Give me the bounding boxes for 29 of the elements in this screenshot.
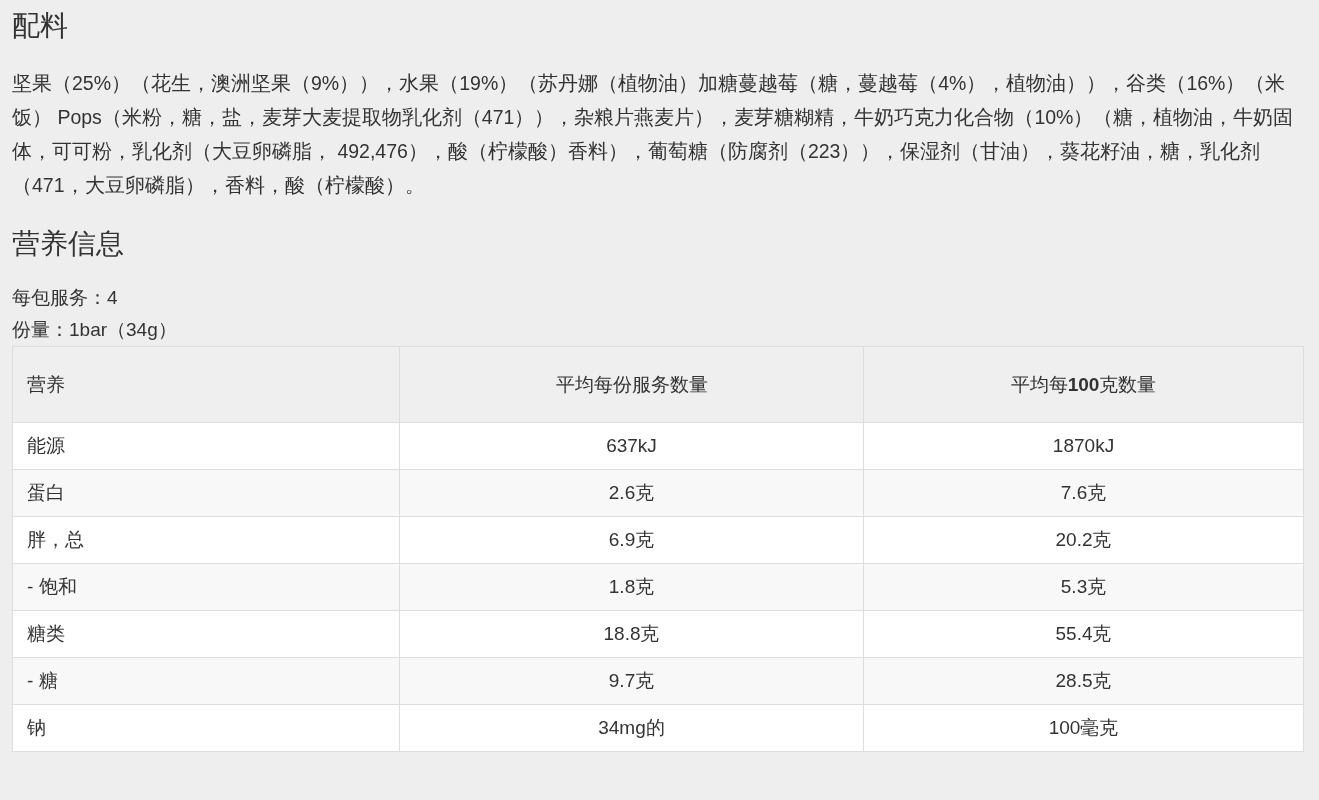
table-cell: 34mg的: [399, 704, 864, 752]
table-cell: 6.9克: [399, 516, 864, 564]
table-cell: 5.3克: [863, 563, 1304, 611]
table-cell: 能源: [12, 422, 400, 470]
ingredients-text: 坚果（25%）（花生，澳洲坚果（9%）），水果（19%）（苏丹娜（植物油）加糖蔓越莓（糖，蔓越莓（4%），植物油）），谷类（16%）（米饭） Pops（米粉，糖，盐，麦芽大麦提取物乳化剂（471）），杂粮片燕麦片），麦芽糖糊精，牛奶巧克力化合物（10%）（糖，植物油，牛奶固体，可可粉，乳化剂（大豆卵磷脂， 492,476），酸（柠檬酸）香料），葡萄糖（防腐剂（223）），保湿剂（甘油），葵花籽油，糖，乳化剂（471，大豆卵磷脂），香料，酸（柠檬酸）。: [12, 71, 1295, 198]
table-cell: 钠: [12, 704, 400, 752]
serving-size-text: 份量：1bar（34g）: [12, 318, 178, 342]
table-cell: 18.8克: [399, 610, 864, 658]
table-cell: 糖类: [12, 610, 400, 658]
table-cell: 100毫克: [863, 704, 1304, 752]
table-cell: - 糖: [12, 657, 400, 705]
table-cell: 9.7克: [399, 657, 864, 705]
table-cell: 1.8克: [399, 563, 864, 611]
table-cell: 胖，总: [12, 516, 400, 564]
table-cell: 55.4克: [863, 610, 1304, 658]
section-heading: 配料: [12, 9, 69, 43]
column-header: 平均每份服务数量: [399, 346, 864, 423]
table-cell: 637kJ: [399, 422, 864, 470]
table-cell: 蛋白: [12, 469, 400, 517]
table-cell: 20.2克: [863, 516, 1304, 564]
table-cell: 7.6克: [863, 469, 1304, 517]
column-header: 平均每100克数量: [863, 346, 1304, 423]
column-header: 营养: [12, 346, 400, 423]
table-cell: 1870kJ: [863, 422, 1304, 470]
table-cell: - 饱和: [12, 563, 400, 611]
table-cell: 28.5克: [863, 657, 1304, 705]
table-cell: 2.6克: [399, 469, 864, 517]
section-heading: 营养信息: [12, 227, 125, 261]
servings-text: 每包服务：4: [12, 286, 119, 310]
